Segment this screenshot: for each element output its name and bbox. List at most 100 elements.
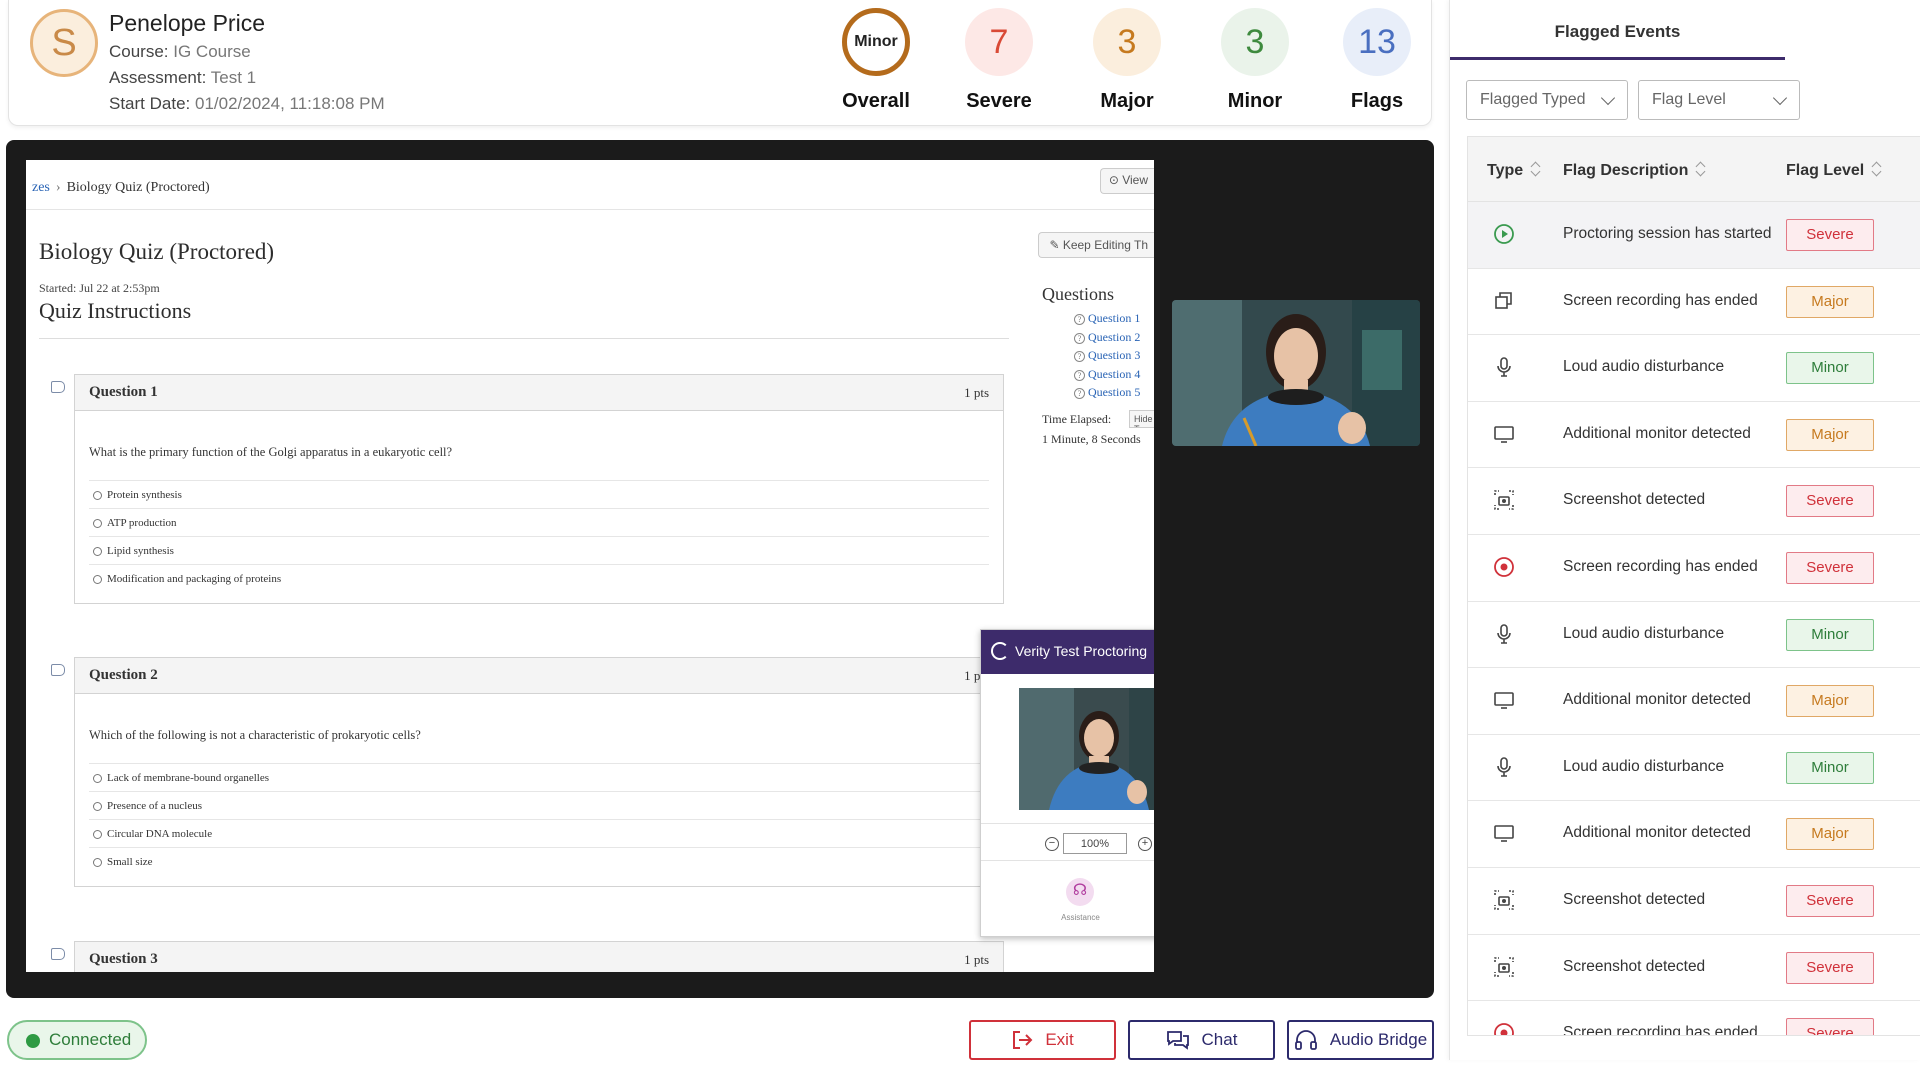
column-flag-description-label: Flag Description	[1563, 162, 1689, 179]
screenshot-icon	[1493, 956, 1515, 978]
questions-nav-label: Question 5	[1088, 385, 1141, 399]
breadcrumb-separator: ›	[55, 180, 61, 195]
tab-flagged-events[interactable]: Flagged Events	[1450, 0, 1785, 60]
radio-icon[interactable]	[93, 519, 102, 528]
answer-choice[interactable]: Lack of membrane-bound organelles	[89, 763, 989, 791]
questions-nav-item[interactable]: ? Question 2	[1074, 330, 1140, 349]
radio-icon[interactable]	[93, 575, 102, 584]
flag-description: Additional monitor detected	[1563, 691, 1751, 709]
question-mark-icon: ?	[1074, 314, 1085, 325]
question-2-text: Which of the following is not a characte…	[89, 728, 421, 742]
column-flag-description[interactable]: Flag Description	[1563, 161, 1705, 180]
questions-nav-item[interactable]: ? Question 3	[1074, 348, 1140, 367]
monitor-icon	[1493, 423, 1515, 445]
flag-question-2-icon[interactable]	[51, 664, 65, 676]
radio-icon[interactable]	[93, 774, 102, 783]
table-row[interactable]: Screenshot detected Severe	[1468, 468, 1920, 535]
questions-nav-item[interactable]: ? Question 1	[1074, 311, 1140, 330]
flag-level-filter[interactable]: Flag Level	[1638, 80, 1800, 120]
flag-description: Screen recording has ended	[1563, 291, 1758, 309]
score-major-value: 3	[1093, 8, 1161, 76]
chat-button-label: Chat	[1201, 1030, 1238, 1049]
table-row[interactable]: Screen recording has ended Major	[1468, 269, 1920, 336]
table-row[interactable]: Loud audio disturbance Minor	[1468, 735, 1920, 802]
score-minor-value: 3	[1221, 8, 1289, 76]
table-row[interactable]: Additional monitor detected Major	[1468, 668, 1920, 735]
answer-choice[interactable]: Lipid synthesis	[89, 536, 989, 564]
score-flags: 13 Flags	[1312, 8, 1442, 113]
flag-description: Loud audio disturbance	[1563, 757, 1725, 775]
chat-button[interactable]: Chat	[1128, 1020, 1275, 1060]
score-flags-value: 13	[1343, 8, 1411, 76]
answer-choice-label: Protein synthesis	[107, 489, 182, 501]
connection-status-label: Connected	[49, 1030, 132, 1049]
flag-description: Screen recording has ended	[1563, 557, 1758, 575]
flag-level-filter-label: Flag Level	[1652, 91, 1726, 108]
answer-choice[interactable]: Presence of a nucleus	[89, 791, 989, 819]
start-date-value: 01/02/2024, 11:18:08 PM	[195, 94, 385, 113]
zoom-in-icon[interactable]: +	[1138, 837, 1152, 851]
connected-dot-icon	[26, 1034, 40, 1048]
verity-webcam-preview	[1019, 688, 1154, 810]
zoom-out-icon[interactable]: −	[1045, 837, 1059, 851]
table-row[interactable]: Screenshot detected Severe	[1468, 868, 1920, 935]
time-elapsed-label: Time Elapsed:	[1042, 412, 1112, 426]
table-row[interactable]: Loud audio disturbance Minor	[1468, 335, 1920, 402]
flag-level-badge: Severe	[1786, 1018, 1874, 1035]
table-row[interactable]: Additional monitor detected Major	[1468, 402, 1920, 469]
flagged-events-panel: Flagged Events Flagged Typed Flag Level …	[1449, 0, 1920, 1060]
exit-button[interactable]: Exit	[969, 1020, 1116, 1060]
table-row[interactable]: Additional monitor detected Major	[1468, 801, 1920, 868]
flag-description: Additional monitor detected	[1563, 424, 1751, 442]
table-row[interactable]: Proctoring session has started Severe	[1468, 202, 1920, 269]
audio-bridge-button[interactable]: Audio Bridge	[1287, 1020, 1434, 1060]
time-elapsed-value: 1 Minute, 8 Seconds	[1042, 432, 1141, 446]
windows-icon	[1493, 290, 1515, 312]
radio-icon[interactable]	[93, 858, 102, 867]
table-row[interactable]: Screen recording has ended Severe	[1468, 535, 1920, 602]
score-severe: 7 Severe	[934, 8, 1064, 113]
answer-choice[interactable]: Protein synthesis	[89, 480, 989, 508]
answer-choice-label: Lack of membrane-bound organelles	[107, 772, 269, 784]
question-1-points: 1 pts	[964, 385, 989, 400]
flag-level-badge: Severe	[1786, 485, 1874, 518]
student-name: Penelope Price	[109, 10, 265, 36]
answer-choice[interactable]: Circular DNA molecule	[89, 819, 989, 847]
view-button[interactable]: ⊙ View	[1099, 168, 1154, 194]
assessment-line: Assessment: Test 1	[109, 68, 256, 88]
column-flag-level[interactable]: Flag Level	[1786, 161, 1881, 180]
keep-editing-button[interactable]: ✎ Keep Editing Th	[1038, 232, 1154, 258]
radio-icon[interactable]	[93, 802, 102, 811]
headset-icon[interactable]: ☊	[1066, 878, 1094, 906]
answer-choice[interactable]: Modification and packaging of proteins	[89, 564, 989, 603]
table-row[interactable]: Screen recording has ended Severe	[1468, 1001, 1920, 1035]
zoom-value[interactable]: 100%	[1063, 833, 1127, 854]
answer-choice[interactable]: ATP production	[89, 508, 989, 536]
radio-icon[interactable]	[93, 491, 102, 500]
table-row[interactable]: Loud audio disturbance Minor	[1468, 602, 1920, 669]
table-row[interactable]: Screenshot detected Severe	[1468, 935, 1920, 1002]
questions-nav-item[interactable]: ? Question 5	[1074, 385, 1140, 404]
radio-icon[interactable]	[93, 547, 102, 556]
column-type[interactable]: Type	[1487, 161, 1540, 180]
hide-time-button[interactable]: Hide T	[1129, 410, 1154, 428]
flag-question-3-icon[interactable]	[51, 948, 65, 960]
answer-choice-label: Small size	[107, 856, 153, 868]
question-3: Question 3 1 pts	[74, 941, 1004, 972]
radio-icon[interactable]	[93, 830, 102, 839]
questions-nav-item[interactable]: ? Question 4	[1074, 367, 1140, 386]
score-major: 3 Major	[1062, 8, 1192, 113]
avatar: S	[30, 9, 98, 77]
breadcrumb-link[interactable]: zes	[32, 180, 50, 195]
webcam-feed	[1172, 300, 1420, 446]
record-icon	[1493, 556, 1515, 578]
chevron-down-icon	[1772, 90, 1788, 106]
student-header: S Penelope Price Course: IG Course Asses…	[8, 0, 1432, 126]
flag-type-filter[interactable]: Flagged Typed	[1466, 80, 1628, 120]
answer-choice[interactable]: Small size	[89, 847, 989, 886]
headset-icon	[1294, 1030, 1317, 1050]
flag-level-badge: Minor	[1786, 751, 1874, 784]
score-overall-value: Minor	[842, 8, 910, 76]
flag-level-badge: Severe	[1786, 219, 1874, 251]
flag-question-1-icon[interactable]	[51, 381, 65, 393]
